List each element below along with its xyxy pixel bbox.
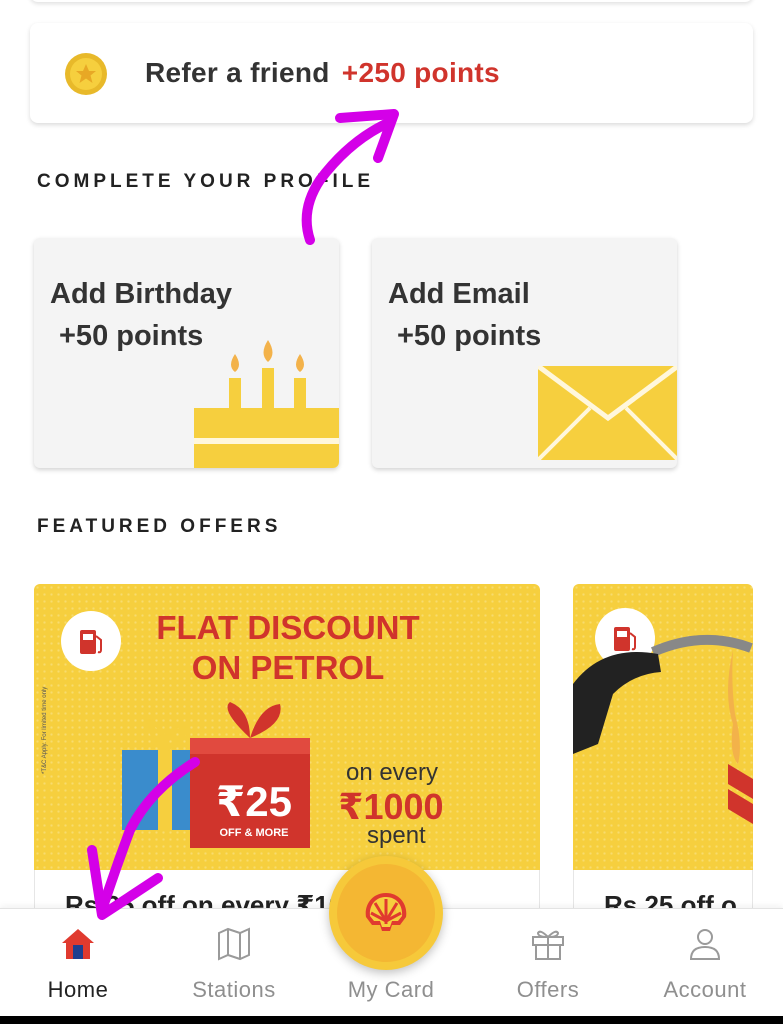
map-icon xyxy=(218,927,250,961)
coin-icon xyxy=(65,53,107,95)
birthday-cake-icon xyxy=(194,340,339,468)
offer-headline-line1: FLAT DISCOUNT xyxy=(156,609,420,646)
discount-subtext: OFF & MORE xyxy=(219,827,289,839)
tab-home[interactable]: Home xyxy=(0,909,156,1017)
refer-friend-label: Refer a friend xyxy=(145,57,330,88)
tab-home-label: Home xyxy=(47,977,109,1002)
add-email-points: +50 points xyxy=(397,320,542,352)
home-icon xyxy=(62,929,94,959)
previous-card-edge xyxy=(30,0,753,2)
discount-value: ₹25 xyxy=(216,778,292,825)
add-email-card[interactable]: Add Email +50 points xyxy=(372,238,677,468)
my-card-button-inner xyxy=(337,864,435,962)
screen-bottom-edge xyxy=(0,1016,783,1024)
spent-text: spent xyxy=(367,822,426,849)
add-email-title: Add Email xyxy=(388,278,530,310)
refer-friend-text: Refer a friend +250 points xyxy=(145,57,500,89)
tab-stations[interactable]: Stations xyxy=(156,909,312,1017)
terms-text: *T&C Apply. For limited time only xyxy=(42,686,48,774)
refer-friend-card[interactable]: Refer a friend +250 points xyxy=(30,23,753,123)
app-screen: Refer a friend +250 points COMPLETE YOUR… xyxy=(0,0,783,1024)
tab-account[interactable]: Account xyxy=(627,909,783,1017)
my-card-button[interactable] xyxy=(329,856,443,970)
add-birthday-title: Add Birthday xyxy=(50,278,233,310)
featured-offers-heading: FEATURED OFFERS xyxy=(37,516,282,537)
tab-account-label: Account xyxy=(663,977,747,1002)
tab-stations-label: Stations xyxy=(192,977,276,1002)
fuel-pump-icon xyxy=(80,630,102,654)
shell-logo-icon xyxy=(365,893,407,931)
fuel-pump-badge xyxy=(61,611,121,671)
offer-headline: FLAT DISCOUNT ON PETROL xyxy=(138,608,438,688)
offer-card-flat-discount[interactable]: FLAT DISCOUNT ON PETROL *T&C Apply. For … xyxy=(34,584,540,874)
complete-profile-heading: COMPLETE YOUR PROFILE xyxy=(37,171,375,192)
on-every-text: on every xyxy=(345,759,439,786)
offer-headline-line2: ON PETROL xyxy=(191,649,385,686)
offer-card-fuel-nozzle[interactable] xyxy=(573,584,753,874)
person-icon xyxy=(689,929,721,960)
add-birthday-points: +50 points xyxy=(59,320,204,352)
envelope-icon xyxy=(538,366,677,460)
tab-offers[interactable]: Offers xyxy=(470,909,626,1017)
gift-icon xyxy=(532,930,564,960)
tab-offers-label: Offers xyxy=(516,977,580,1002)
refer-friend-points: +250 points xyxy=(341,57,500,88)
tab-my-card-label: My Card xyxy=(347,977,435,1002)
add-birthday-card[interactable]: Add Birthday +50 points xyxy=(34,238,339,468)
fuel-nozzle-illustration xyxy=(573,634,753,824)
